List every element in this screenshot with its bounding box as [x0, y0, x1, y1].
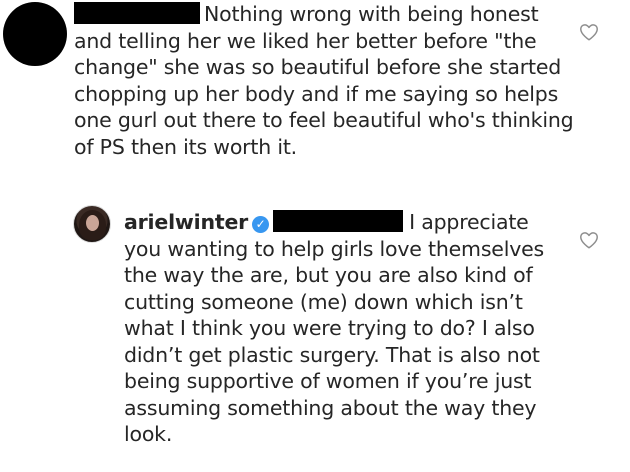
- redacted-mention: [273, 210, 404, 232]
- verified-badge-icon: ✓: [252, 216, 270, 233]
- heart-outline-icon-svg: [580, 232, 598, 249]
- comment-text: Nothing wrong with being honest and tell…: [74, 2, 574, 159]
- comment-body: Nothing wrong with being honest and tell…: [74, 1, 574, 160]
- avatar-redacted[interactable]: [3, 2, 67, 66]
- comment-body: arielwinter ✓ I appreciate you wanting to …: [124, 209, 554, 448]
- avatar[interactable]: [73, 205, 111, 243]
- heart-outline-icon-svg: [580, 24, 598, 41]
- heart-outline-icon[interactable]: [578, 229, 600, 251]
- heart-outline-icon[interactable]: [578, 21, 600, 43]
- redacted-mention: [74, 2, 200, 24]
- username-link[interactable]: arielwinter: [124, 210, 248, 234]
- avatar-face: [86, 215, 99, 231]
- comment-text: I appreciate you wanting to help girls l…: [124, 210, 545, 446]
